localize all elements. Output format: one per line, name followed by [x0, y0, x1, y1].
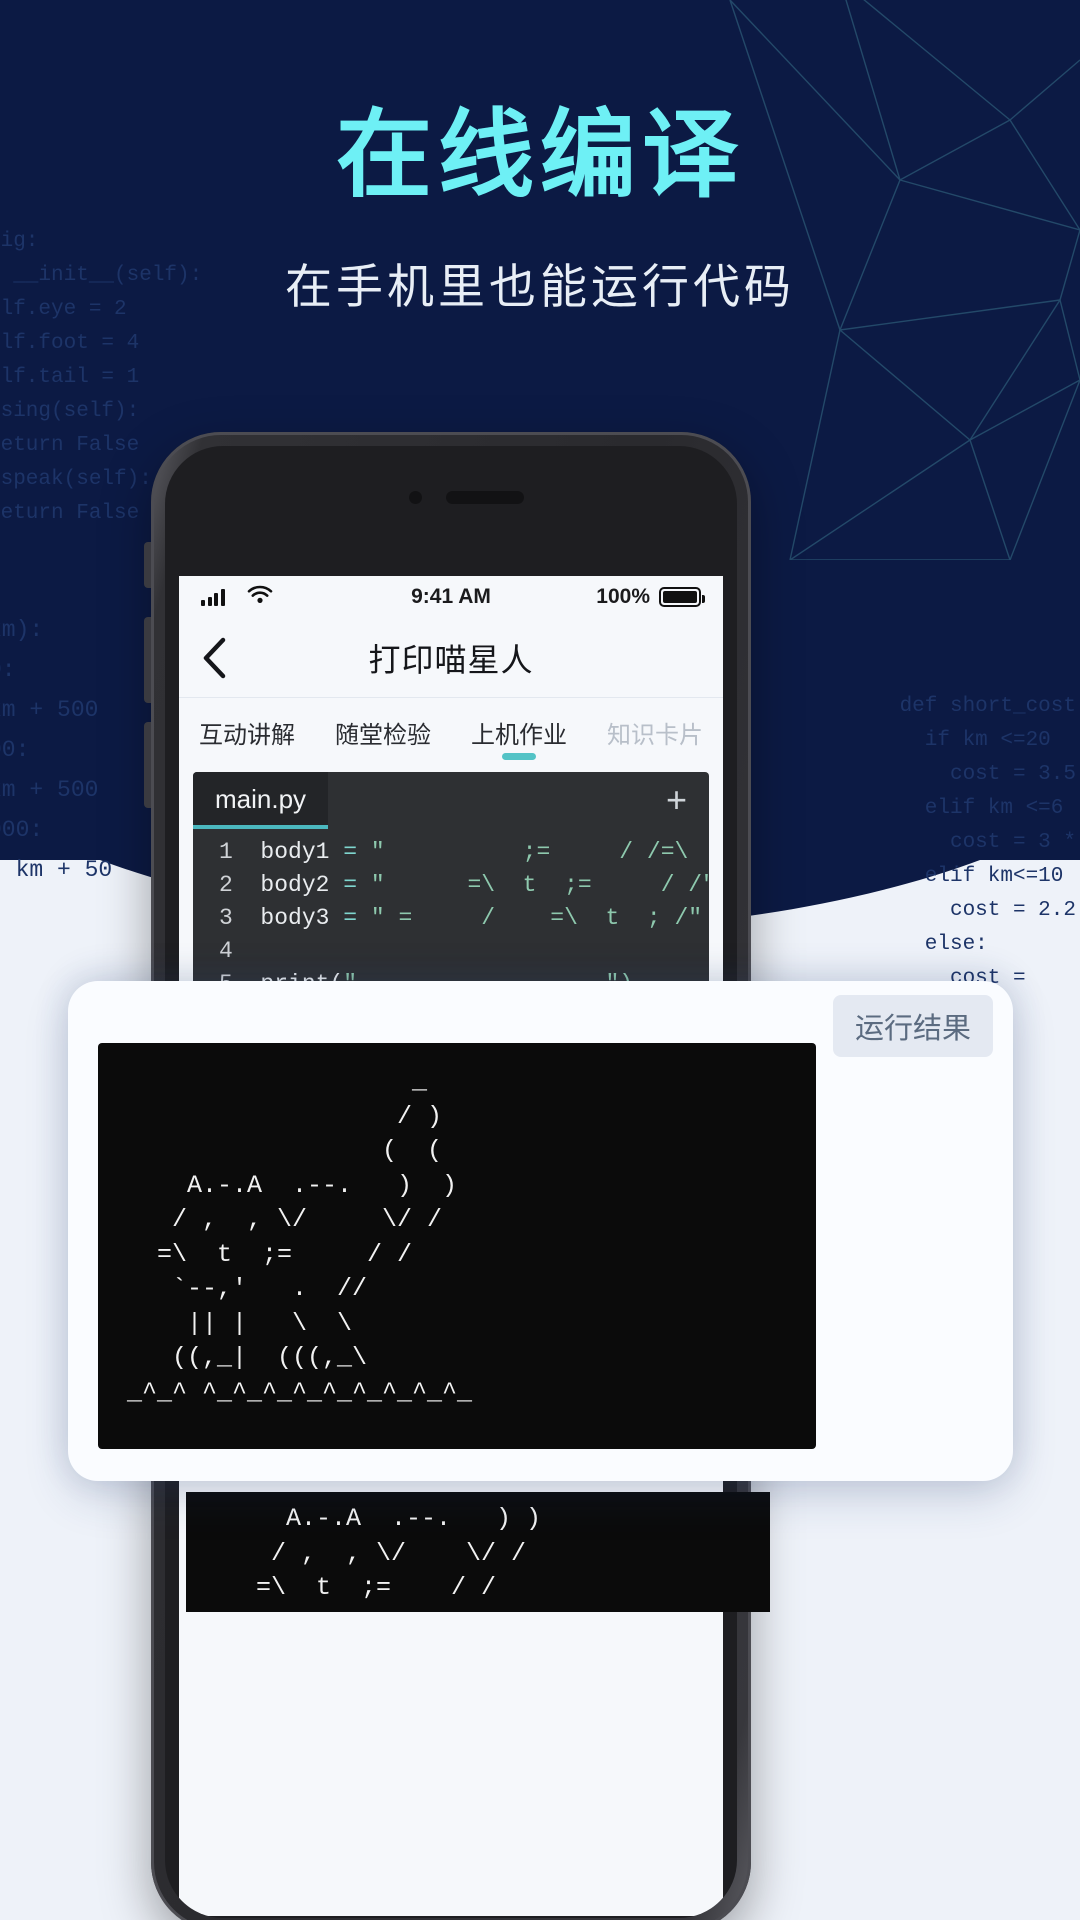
front-camera-icon [409, 491, 422, 504]
code-token: = [329, 872, 371, 898]
page-title: 打印喵星人 [368, 641, 534, 678]
tab-label: 互动讲解 [199, 721, 295, 749]
battery-percent-label: 100% [596, 585, 650, 608]
tab-interactive-lecture[interactable]: 互动讲解 [179, 698, 315, 766]
signal-bars-icon [201, 588, 225, 606]
editor-file-tab[interactable]: main.py [193, 772, 329, 829]
code-token: = [329, 839, 371, 865]
tab-knowledge-cards[interactable]: 知识卡片 [587, 698, 723, 766]
background-code-left-bottom: km): 0: km + 500 00: km + 500 000: * km … [0, 617, 113, 883]
tab-label: 知识卡片 [607, 721, 703, 749]
tab-label: 随堂检验 [335, 721, 431, 749]
tab-lab-assignment[interactable]: 上机作业 [451, 698, 587, 766]
phone-volume-up-button[interactable] [144, 617, 151, 703]
status-bar: 9:41 AM 100% [179, 576, 723, 618]
line-number: 1 [219, 839, 233, 865]
tab-active-indicator [502, 753, 536, 760]
line-number: 2 [219, 872, 233, 898]
battery-full-icon [659, 587, 705, 607]
phone-volume-down-button[interactable] [144, 722, 151, 808]
code-token: " = / =\ t ; /" [370, 905, 703, 931]
background-code-right: def short_cost if km <=20 cost = 3.5 eli… [899, 695, 1076, 1024]
status-bar-right: 100% [596, 585, 705, 609]
line-number: 4 [219, 938, 233, 964]
plus-icon[interactable]: + [666, 782, 687, 818]
earpiece-speaker [446, 491, 524, 504]
code-token: " ;= / /=\ t" [370, 839, 709, 865]
page-root: Pig: __init__(self): elf.eye = 2 elf.foo… [0, 0, 1080, 1920]
editor-tab-row: main.py + [193, 772, 709, 830]
console-output-secondary: A.-.A .--. ) ) / , , \/ \/ / =\ t ;= / / [186, 1492, 770, 1612]
hero-title: 在线编译 [336, 102, 744, 209]
tab-bar: 互动讲解 随堂检验 上机作业 知识卡片 [179, 698, 723, 766]
wifi-icon [247, 585, 273, 610]
code-token: body3 [260, 905, 330, 931]
code-token: body2 [260, 872, 330, 898]
status-bar-left [201, 585, 273, 610]
code-token: = [329, 905, 371, 931]
phone-mute-button[interactable] [144, 542, 151, 588]
ascii-art-cat: _ / ) ( ( A.-.A .--. ) ) / , , \/ \/ / =… [127, 1067, 473, 1407]
tab-class-quiz[interactable]: 随堂检验 [315, 698, 451, 766]
hero-subtitle: 在手机里也能运行代码 [285, 260, 795, 313]
console-output: _ / ) ( ( A.-.A .--. ) ) / , , \/ \/ / =… [98, 1043, 816, 1449]
run-result-card: 运行结果 _ / ) ( ( A.-.A .--. ) ) / , , \/ \… [68, 981, 1013, 1481]
nav-bar: 打印喵星人 [179, 618, 723, 698]
code-token: " =\ t ;= / /" [370, 872, 709, 898]
tab-label: 上机作业 [471, 721, 567, 749]
code-token: body1 [260, 839, 330, 865]
status-badge: 运行结果 [832, 995, 993, 1057]
ascii-art-secondary: A.-.A .--. ) ) / , , \/ \/ / =\ t ;= / / [256, 1504, 542, 1602]
line-number: 3 [219, 905, 233, 931]
